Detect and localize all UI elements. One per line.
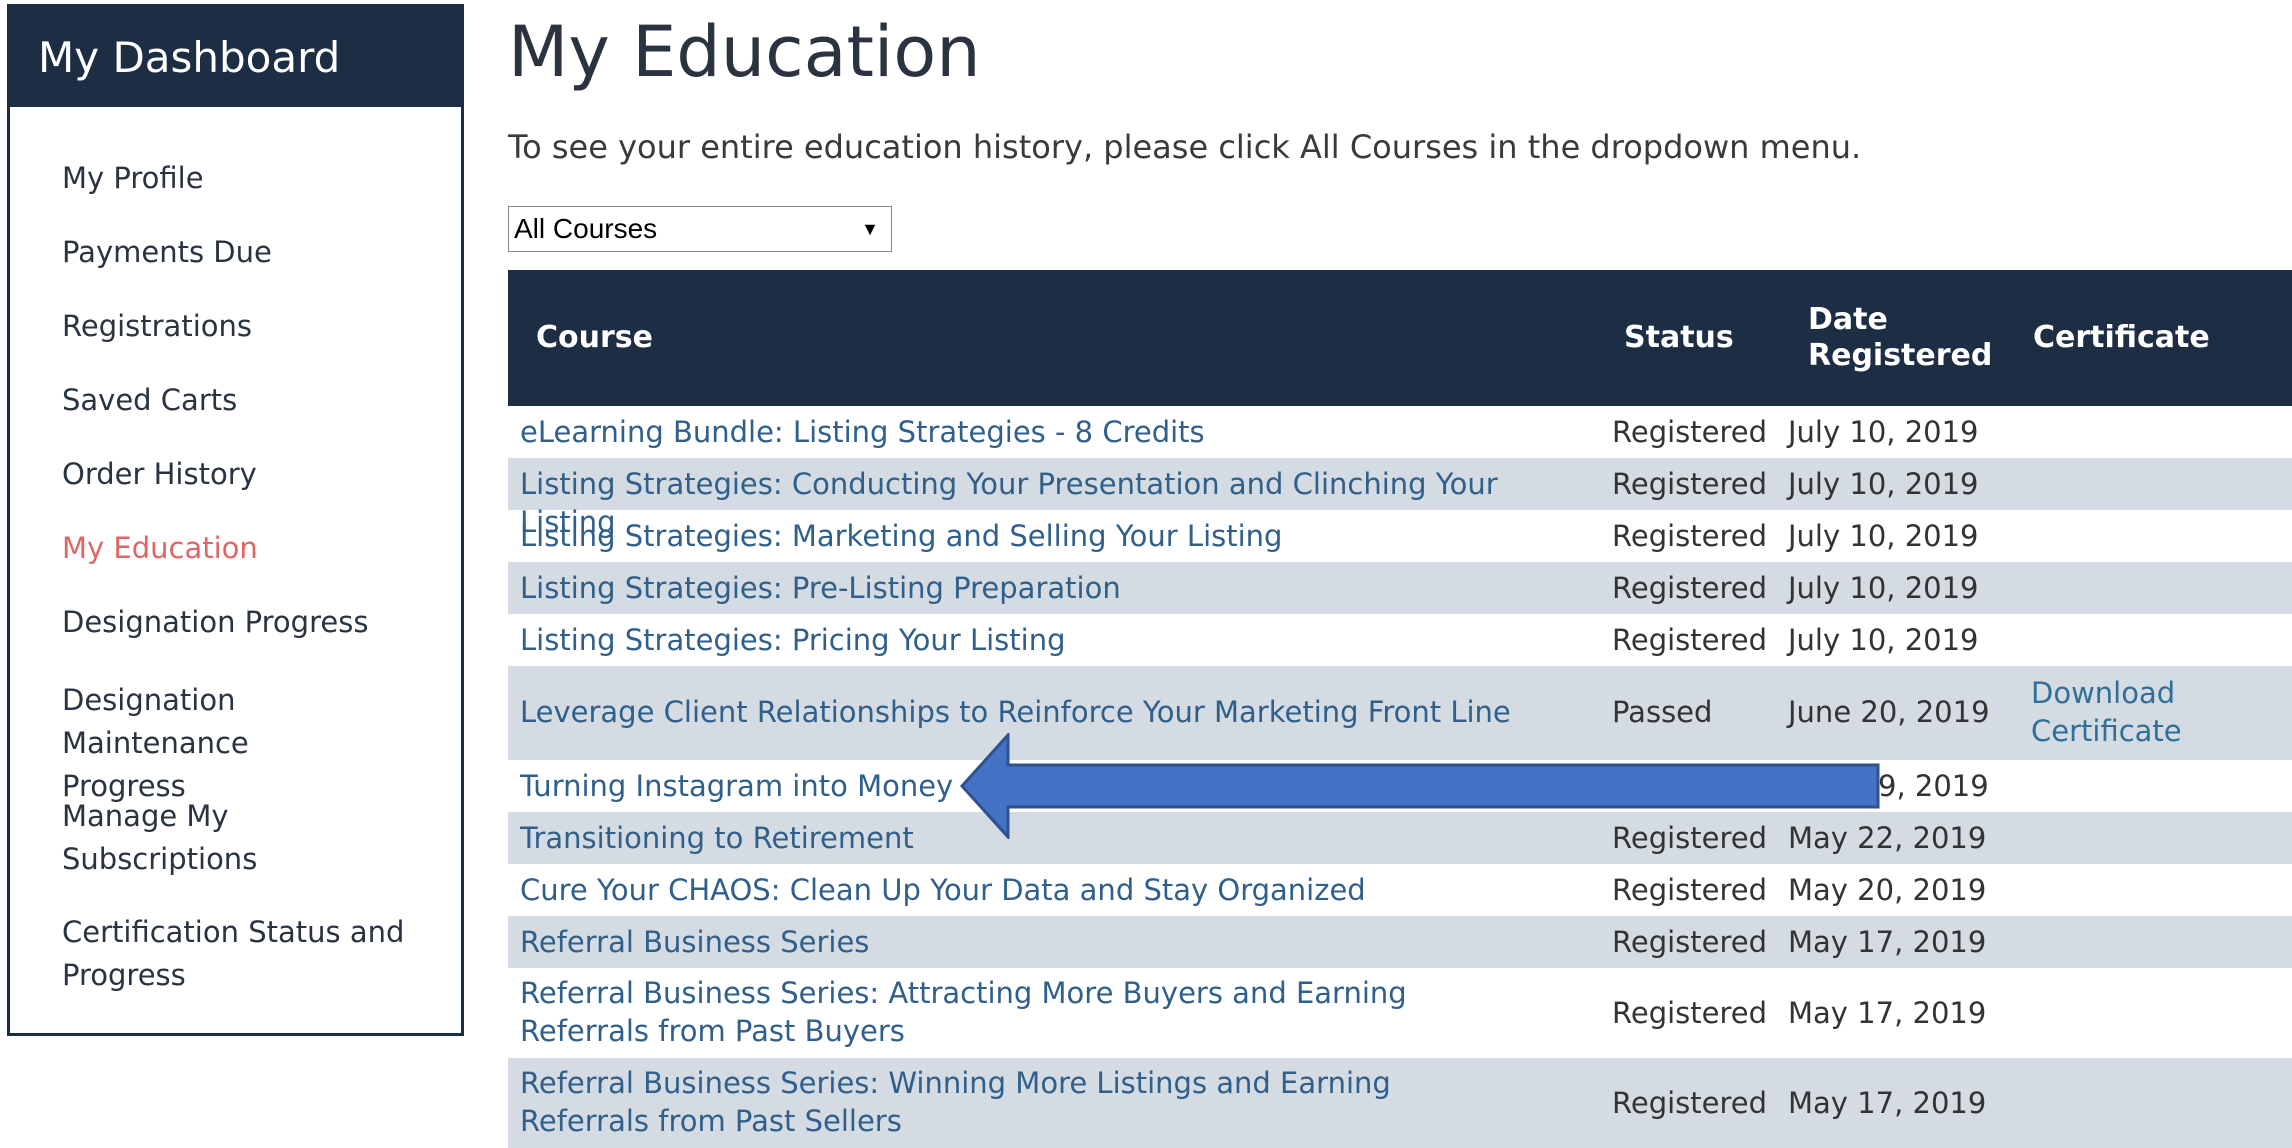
course-link[interactable]: Leverage Client Relationships to Reinfor… — [520, 693, 1580, 731]
table-row: Listing Strategies: Marketing and Sellin… — [508, 510, 2292, 562]
sidebar-item-designation-progress[interactable]: Designation Progress — [62, 601, 442, 644]
education-table: Course Status Date Registered Certificat… — [508, 270, 2292, 1148]
course-link[interactable]: eLearning Bundle: Listing Strategies - 8… — [520, 413, 1580, 451]
table-row: Transitioning to Retirement Registered M… — [508, 812, 2292, 864]
course-date: June 20, 2019 — [1788, 695, 1990, 729]
course-link[interactable]: Cure Your CHAOS: Clean Up Your Data and … — [520, 871, 1580, 909]
table-row: Listing Strategies: Conducting Your Pres… — [508, 458, 2292, 539]
course-status: Registered — [1612, 571, 1768, 605]
instructions-text: To see your entire education history, pl… — [508, 128, 1862, 166]
column-header-status: Status — [1624, 320, 1734, 355]
course-link[interactable]: Listing Strategies: Marketing and Sellin… — [520, 517, 1580, 555]
course-date: July 10, 2019 — [1788, 467, 1979, 501]
table-row: Referral Business Series Registered May … — [508, 916, 2292, 968]
course-filter-select[interactable]: All Courses ▼ — [508, 206, 892, 252]
sidebar-item-order-history[interactable]: Order History — [62, 453, 442, 496]
table-row: Listing Strategies: Pre-Listing Preparat… — [508, 562, 2292, 614]
sidebar-item-my-education[interactable]: My Education — [62, 527, 442, 570]
sidebar-item-designation-maintenance-progress[interactable]: Designation Maintenance Progress — [62, 679, 362, 808]
course-status: Registered — [1612, 873, 1768, 907]
course-status: Registered — [1612, 623, 1768, 657]
table-row: Referral Business Series: Attracting Mor… — [508, 968, 2292, 1058]
table-row: Turning Instagram into Money 9, 2019 — [508, 760, 2292, 812]
course-status: Registered — [1612, 996, 1768, 1030]
course-date: May 17, 2019 — [1788, 925, 1987, 959]
course-link[interactable]: Turning Instagram into Money — [520, 767, 1580, 805]
sidebar-item-registrations[interactable]: Registrations — [62, 305, 442, 348]
table-row: Referral Business Series: Winning More L… — [508, 1058, 2292, 1148]
course-date: July 10, 2019 — [1788, 571, 1979, 605]
dropdown-arrow-icon: ▼ — [861, 219, 879, 239]
course-link[interactable]: Referral Business Series: Winning More L… — [520, 1064, 1520, 1140]
course-status: Registered — [1612, 925, 1768, 959]
sidebar-item-saved-carts[interactable]: Saved Carts — [62, 379, 442, 422]
sidebar-title: My Dashboard — [10, 7, 461, 107]
table-header: Course Status Date Registered Certificat… — [508, 270, 2292, 406]
course-date: July 10, 2019 — [1788, 623, 1979, 657]
course-date: 9, 2019 — [1878, 769, 1989, 803]
course-link[interactable]: Referral Business Series — [520, 923, 1580, 961]
course-date: May 17, 2019 — [1788, 1086, 1987, 1120]
page-title: My Education — [508, 11, 981, 93]
course-status: Registered — [1612, 415, 1768, 449]
course-filter-value: All Courses — [514, 213, 658, 244]
column-header-course: Course — [536, 320, 653, 355]
sidebar-item-payments-due[interactable]: Payments Due — [62, 231, 442, 274]
table-row: eLearning Bundle: Listing Strategies - 8… — [508, 406, 2292, 458]
course-link[interactable]: Listing Strategies: Pricing Your Listing — [520, 621, 1580, 659]
dashboard-sidebar: My Dashboard My Profile Payments Due Reg… — [7, 4, 464, 1036]
course-date: May 17, 2019 — [1788, 996, 1987, 1030]
course-status: Passed — [1612, 695, 1713, 729]
table-row: Cure Your CHAOS: Clean Up Your Data and … — [508, 864, 2292, 916]
column-header-date-registered: Date Registered — [1808, 302, 1993, 373]
column-header-certificate: Certificate — [2033, 320, 2210, 355]
course-status: Registered — [1612, 1086, 1768, 1120]
course-status: Registered — [1612, 467, 1768, 501]
sidebar-item-manage-my-subscriptions[interactable]: Manage My Subscriptions — [62, 795, 292, 881]
download-certificate-link[interactable]: Download Certificate — [2031, 674, 2231, 750]
sidebar-item-certification-status-and-progress[interactable]: Certification Status and Progress — [62, 911, 422, 997]
course-link[interactable]: Transitioning to Retirement — [520, 819, 1580, 857]
course-status: Registered — [1612, 821, 1768, 855]
sidebar-item-my-profile[interactable]: My Profile — [62, 157, 442, 200]
course-date: May 20, 2019 — [1788, 873, 1987, 907]
course-status: Registered — [1612, 519, 1768, 553]
course-link[interactable]: Listing Strategies: Pre-Listing Preparat… — [520, 569, 1580, 607]
table-row: Listing Strategies: Pricing Your Listing… — [508, 614, 2292, 666]
course-date: May 22, 2019 — [1788, 821, 1987, 855]
course-date: July 10, 2019 — [1788, 415, 1979, 449]
course-link[interactable]: Referral Business Series: Attracting Mor… — [520, 974, 1520, 1050]
table-row: Leverage Client Relationships to Reinfor… — [508, 666, 2292, 760]
course-date: July 10, 2019 — [1788, 519, 1979, 553]
